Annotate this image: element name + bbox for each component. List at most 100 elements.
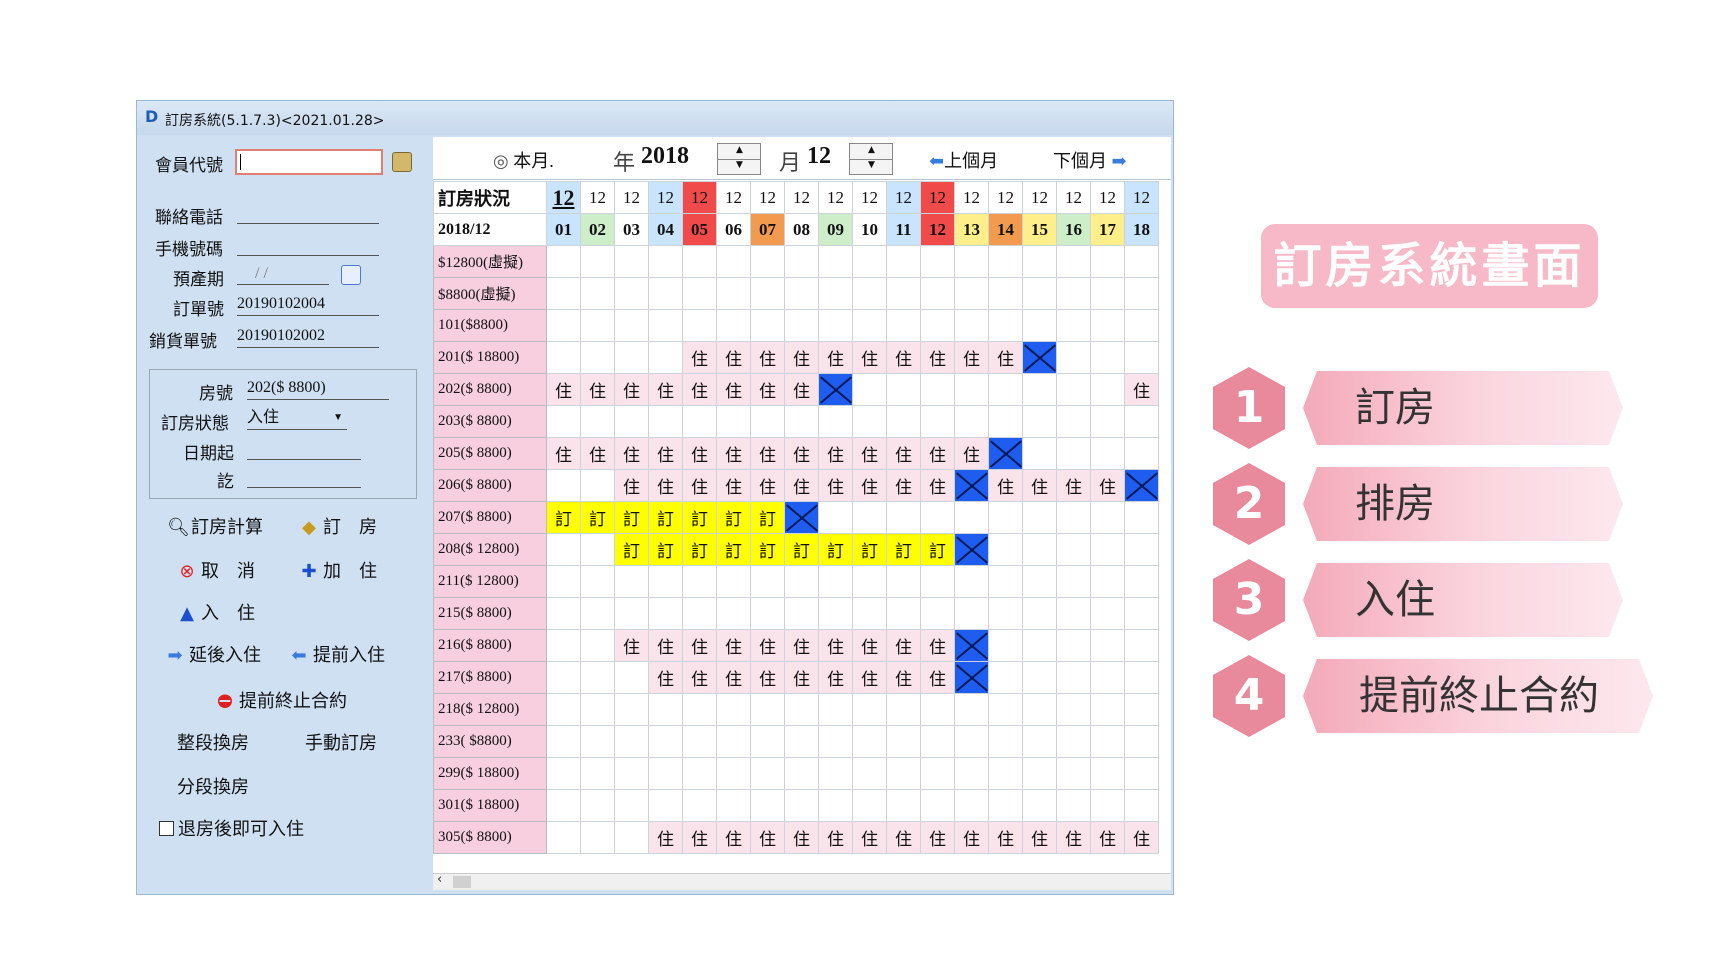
empty-cell[interactable] — [1124, 277, 1159, 310]
empty-cell[interactable] — [750, 757, 785, 790]
empty-cell[interactable] — [886, 405, 921, 438]
stay-cell[interactable]: 住 — [648, 629, 683, 662]
empty-cell[interactable] — [648, 405, 683, 438]
booking-cell[interactable]: 訂 — [682, 501, 717, 534]
stay-cell[interactable]: 住 — [750, 373, 785, 406]
empty-cell[interactable] — [818, 405, 853, 438]
stay-cell[interactable]: 住 — [920, 629, 955, 662]
empty-cell[interactable] — [614, 277, 649, 310]
empty-cell[interactable] — [920, 789, 955, 822]
booking-cell[interactable]: 訂 — [682, 533, 717, 566]
stay-cell[interactable]: 住 — [988, 341, 1023, 374]
empty-cell[interactable] — [988, 533, 1023, 566]
empty-cell[interactable] — [682, 245, 717, 278]
checkbox-icon[interactable] — [159, 821, 174, 836]
room-label-cell[interactable]: 211($ 12800) — [433, 565, 547, 598]
empty-cell[interactable] — [1090, 629, 1125, 662]
stay-cell[interactable]: 住 — [648, 821, 683, 854]
empty-cell[interactable] — [1022, 789, 1057, 822]
room-label-cell[interactable]: 208($ 12800) — [433, 533, 547, 566]
empty-cell[interactable] — [1090, 565, 1125, 598]
empty-cell[interactable] — [580, 405, 615, 438]
room-label-cell[interactable]: 205($ 8800) — [433, 437, 547, 470]
empty-cell[interactable] — [784, 597, 819, 630]
stay-cell[interactable]: 住 — [750, 661, 785, 694]
empty-cell[interactable] — [1124, 565, 1159, 598]
booking-cell[interactable]: 訂 — [614, 501, 649, 534]
empty-cell[interactable] — [886, 501, 921, 534]
empty-cell[interactable] — [580, 277, 615, 310]
checkout-x-cell[interactable] — [988, 437, 1023, 470]
month-value[interactable]: 12 — [807, 143, 831, 170]
empty-cell[interactable] — [988, 597, 1023, 630]
calendar-icon[interactable] — [341, 265, 361, 285]
empty-cell[interactable] — [784, 277, 819, 310]
empty-cell[interactable] — [546, 533, 581, 566]
empty-cell[interactable] — [988, 373, 1023, 406]
room-label-cell[interactable]: 305($ 8800) — [433, 821, 547, 854]
booking-cell[interactable]: 訂 — [716, 533, 751, 566]
empty-cell[interactable] — [818, 309, 853, 342]
empty-cell[interactable] — [988, 629, 1023, 662]
day-header-cell[interactable]: 14 — [988, 213, 1023, 246]
empty-cell[interactable] — [682, 277, 717, 310]
empty-cell[interactable] — [546, 245, 581, 278]
empty-cell[interactable] — [1022, 533, 1057, 566]
empty-cell[interactable] — [886, 309, 921, 342]
empty-cell[interactable] — [682, 789, 717, 822]
empty-cell[interactable] — [648, 597, 683, 630]
stay-cell[interactable]: 住 — [716, 469, 751, 502]
year-spinner[interactable]: ▲ ▼ — [717, 143, 761, 175]
month-spinner[interactable]: ▲ ▼ — [849, 143, 893, 175]
stay-cell[interactable]: 住 — [648, 661, 683, 694]
sales-no-field[interactable]: 20190102002 — [237, 325, 379, 348]
member-lookup-icon[interactable] — [392, 152, 412, 172]
stay-cell[interactable]: 住 — [750, 437, 785, 470]
empty-cell[interactable] — [546, 405, 581, 438]
stay-cell[interactable]: 住 — [920, 661, 955, 694]
stay-cell[interactable]: 住 — [716, 821, 751, 854]
checkout-x-cell[interactable] — [954, 629, 989, 662]
stay-cell[interactable]: 住 — [852, 437, 887, 470]
empty-cell[interactable] — [852, 501, 887, 534]
empty-cell[interactable] — [954, 725, 989, 758]
empty-cell[interactable] — [716, 789, 751, 822]
empty-cell[interactable] — [580, 533, 615, 566]
status-select[interactable]: 入住 ▼ — [247, 407, 347, 430]
day-header-cell[interactable]: 06 — [716, 213, 751, 246]
booking-cell[interactable]: 訂 — [750, 501, 785, 534]
booking-cell[interactable]: 訂 — [818, 533, 853, 566]
stay-cell[interactable]: 住 — [954, 341, 989, 374]
empty-cell[interactable] — [546, 757, 581, 790]
empty-cell[interactable] — [1056, 597, 1091, 630]
stay-cell[interactable]: 住 — [614, 437, 649, 470]
empty-cell[interactable] — [920, 565, 955, 598]
empty-cell[interactable] — [648, 789, 683, 822]
booking-cell[interactable]: 訂 — [852, 533, 887, 566]
empty-cell[interactable] — [1090, 405, 1125, 438]
empty-cell[interactable] — [1090, 533, 1125, 566]
empty-cell[interactable] — [648, 277, 683, 310]
checkout-x-cell[interactable] — [954, 661, 989, 694]
empty-cell[interactable] — [988, 693, 1023, 726]
stay-cell[interactable]: 住 — [784, 373, 819, 406]
stay-cell[interactable]: 住 — [682, 341, 717, 374]
empty-cell[interactable] — [546, 341, 581, 374]
empty-cell[interactable] — [1124, 533, 1159, 566]
room-label-cell[interactable]: 201($ 18800) — [433, 341, 547, 374]
empty-cell[interactable] — [750, 597, 785, 630]
room-label-cell[interactable]: 299($ 18800) — [433, 757, 547, 790]
empty-cell[interactable] — [580, 725, 615, 758]
empty-cell[interactable] — [614, 757, 649, 790]
empty-cell[interactable] — [954, 501, 989, 534]
empty-cell[interactable] — [546, 725, 581, 758]
empty-cell[interactable] — [580, 309, 615, 342]
prev-month-button[interactable]: ⬅上個月 — [929, 147, 998, 173]
empty-cell[interactable] — [1022, 277, 1057, 310]
member-id-input[interactable] — [235, 149, 383, 175]
day-header-cell[interactable]: 10 — [852, 213, 887, 246]
empty-cell[interactable] — [886, 245, 921, 278]
empty-cell[interactable] — [682, 565, 717, 598]
full-change-button[interactable]: 整段換房 — [177, 729, 249, 755]
year-value[interactable]: 2018 — [641, 143, 689, 170]
